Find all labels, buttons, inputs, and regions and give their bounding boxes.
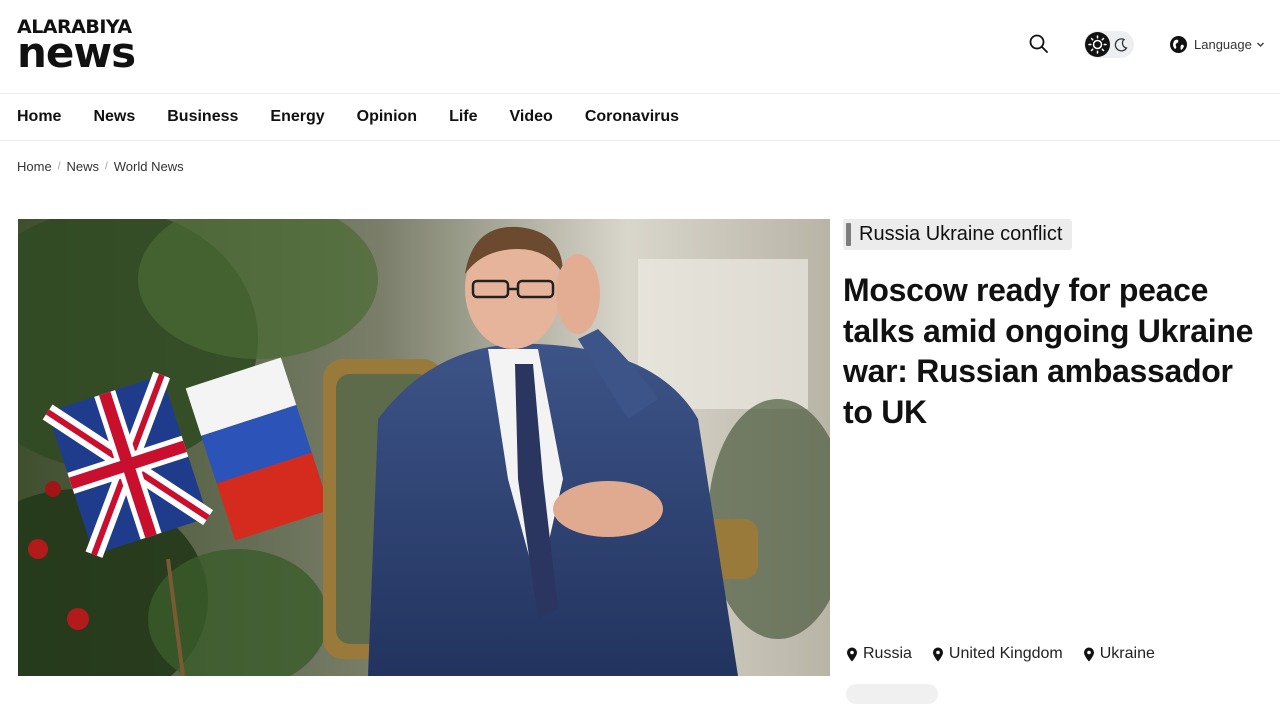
location-tag-label: Ukraine: [1099, 645, 1155, 662]
site-logo[interactable]: ALARABIYA news: [17, 17, 136, 77]
category-tag[interactable]: Russia Ukraine conflict: [843, 219, 1073, 250]
nav-item-opinion[interactable]: Opinion: [357, 108, 417, 126]
nav-item-energy[interactable]: Energy: [270, 108, 324, 126]
nav-item-home[interactable]: Home: [17, 108, 61, 126]
breadcrumb-separator: /: [57, 161, 61, 172]
search-button[interactable]: [1028, 33, 1050, 55]
sun-icon: [1085, 32, 1110, 57]
nav-item-coronavirus[interactable]: Coronavirus: [585, 108, 679, 126]
article-hero-image[interactable]: [18, 219, 830, 676]
logo-brand-bottom: news: [17, 28, 136, 77]
location-tag-label: Russia: [863, 645, 912, 662]
location-tags: Russia United Kingdom Ukraine: [846, 645, 1175, 663]
map-pin-icon: [847, 647, 857, 661]
article-headline: Moscow ready for peace talks amid ongoin…: [843, 272, 1254, 430]
breadcrumb-separator: /: [104, 161, 108, 172]
breadcrumb-home[interactable]: Home: [17, 159, 52, 174]
theme-toggle[interactable]: [1084, 31, 1134, 58]
globe-icon: [1170, 35, 1187, 53]
breadcrumb-news[interactable]: News: [66, 159, 99, 174]
nav-item-news[interactable]: News: [93, 108, 135, 126]
location-tag-ukraine[interactable]: Ukraine: [1083, 645, 1155, 663]
category-tag-label: Russia Ukraine conflict: [859, 223, 1063, 245]
nav-item-video[interactable]: Video: [510, 108, 553, 126]
main-nav: Home News Business Energy Opinion Life V…: [0, 94, 1280, 141]
nav-item-business[interactable]: Business: [167, 108, 238, 126]
site-header: ALARABIYA news Language: [0, 0, 1280, 94]
location-tag-russia[interactable]: Russia: [846, 645, 912, 663]
breadcrumb-world-news[interactable]: World News: [114, 159, 184, 174]
location-tag-united-kingdom[interactable]: United Kingdom: [932, 645, 1063, 663]
map-pin-icon: [932, 647, 943, 661]
moon-icon: [1113, 36, 1130, 53]
breadcrumb: Home / News / World News: [17, 159, 184, 174]
map-pin-icon: [1083, 647, 1094, 661]
location-tag-label: United Kingdom: [948, 645, 1063, 662]
search-icon: [1029, 34, 1048, 53]
nav-item-life[interactable]: Life: [449, 108, 477, 126]
language-label: Language: [1194, 36, 1252, 52]
chevron-down-icon: [1256, 42, 1264, 47]
share-pill[interactable]: [846, 684, 938, 704]
language-selector[interactable]: Language: [1169, 34, 1265, 54]
